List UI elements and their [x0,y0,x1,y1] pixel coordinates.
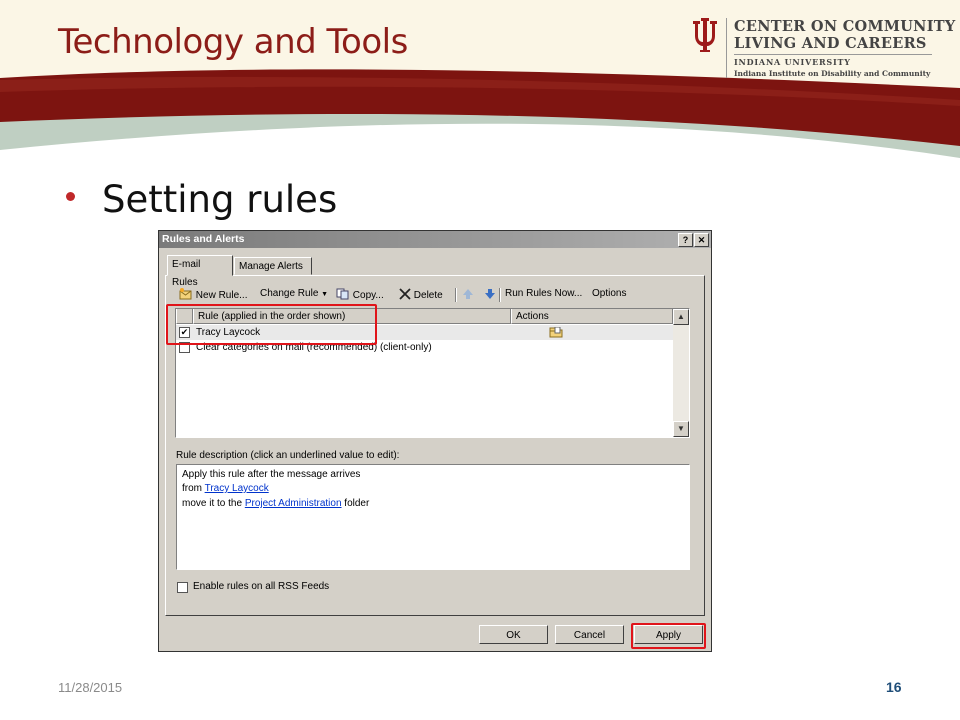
folder-link[interactable]: Project Administration [245,498,342,509]
description-line: Apply this rule after the message arrive… [182,469,361,480]
delete-label: Delete [413,290,443,301]
rule-description-box: Apply this rule after the message arrive… [176,464,690,570]
logo-rule [734,54,932,55]
page-number: 16 [886,679,902,695]
column-header-actions[interactable]: Actions [511,309,673,324]
slide-title: Technology and Tools [58,22,408,62]
copy-icon [336,288,349,300]
logo-divider [726,18,727,78]
tab-email-rules[interactable]: E-mail Rules [167,255,233,288]
logo-text-line-1: CENTER ON COMMUNITY [734,18,956,35]
logo-institute: Indiana Institute on Disability and Comm… [734,69,931,78]
description-text: from [182,483,205,494]
new-rule-label: New Rule... [195,290,248,301]
rule-highlight-box [166,304,377,345]
logo-university: INDIANA UNIVERSITY [734,57,851,67]
rss-rules-checkbox[interactable] [177,582,188,593]
description-text: folder [341,498,370,509]
help-button[interactable]: ? [678,233,693,247]
move-to-folder-icon [549,327,563,338]
logo-text-line-2: LIVING AND CAREERS [734,35,927,52]
rules-and-alerts-dialog: Rules and Alerts ? ✕ E-mail Rules Manage… [158,230,712,652]
tab-manage-alerts[interactable]: Manage Alerts [234,257,312,275]
bullet-text: Setting rules [102,178,338,221]
dialog-titlebar[interactable]: Rules and Alerts ? ✕ [159,231,711,248]
scroll-up-icon[interactable]: ▲ [673,309,689,325]
cancel-button[interactable]: Cancel [555,625,624,644]
rule-description-label: Rule description (click an underlined va… [176,450,400,461]
sender-link[interactable]: Tracy Laycock [205,483,269,494]
move-down-icon[interactable] [484,288,496,301]
description-line: move it to the Project Administration fo… [182,498,369,509]
ok-button[interactable]: OK [479,625,548,644]
rules-list-scrollbar[interactable]: ▲ ▼ [673,309,689,437]
rss-rules-label[interactable]: Enable rules on all RSS Feeds [193,581,329,592]
bullet-marker [66,192,75,201]
change-rule-button[interactable]: Change Rule ▼ [260,288,328,299]
description-text: move it to the [182,498,245,509]
iu-trident-logo-icon [690,18,720,52]
delete-x-icon [399,288,411,300]
copy-button[interactable]: Copy... [336,288,384,301]
description-line: from Tracy Laycock [182,483,269,494]
footer-date: 11/28/2015 [58,680,123,695]
copy-label: Copy... [352,290,384,301]
dialog-title: Rules and Alerts [162,233,245,245]
apply-highlight-box [631,623,706,649]
scroll-down-icon[interactable]: ▼ [673,421,689,437]
options-button[interactable]: Options [592,288,626,299]
move-up-icon[interactable] [462,288,474,301]
toolbar-separator [455,288,457,302]
run-rules-now-button[interactable]: Run Rules Now... [505,288,582,299]
close-icon[interactable]: ✕ [694,233,709,247]
change-rule-label: Change Rule [260,288,319,299]
toolbar-separator [499,288,501,302]
chevron-down-icon: ▼ [321,291,329,298]
delete-button[interactable]: Delete [399,288,443,301]
